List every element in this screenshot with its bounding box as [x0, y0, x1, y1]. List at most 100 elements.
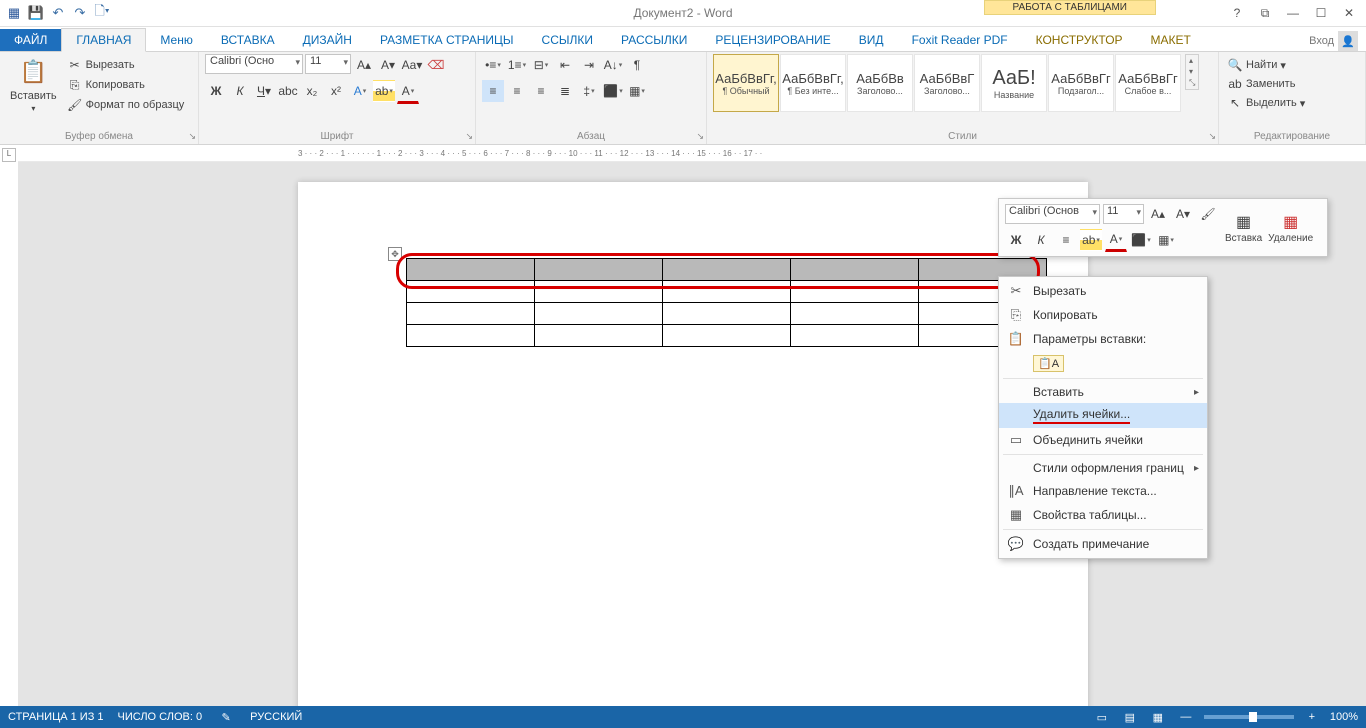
cut-button[interactable]: ✂Вырезать [65, 56, 187, 74]
find-button[interactable]: 🔍Найти ▾ [1225, 56, 1359, 74]
tab-selector[interactable]: L [2, 148, 16, 162]
table-move-handle[interactable]: ✥ [388, 247, 402, 261]
new-doc-icon[interactable]: 🗋▾ [92, 3, 112, 23]
ctx-delete-cells[interactable]: Удалить ячейки... [999, 403, 1207, 428]
borders-button[interactable]: ▦ [626, 80, 648, 102]
subscript-button[interactable]: x₂ [301, 80, 323, 102]
mini-bold[interactable]: Ж [1005, 229, 1027, 251]
bold-button[interactable]: Ж [205, 80, 227, 102]
undo-icon[interactable]: ↶ [48, 3, 68, 23]
ctx-border-styles[interactable]: Стили оформления границ▸ [999, 457, 1207, 479]
shading-button[interactable]: ⬛ [602, 80, 624, 102]
replace-button[interactable]: abЗаменить [1225, 75, 1359, 93]
help-icon[interactable]: ? [1226, 3, 1248, 23]
text-effects-button[interactable]: A [349, 80, 371, 102]
format-painter-button[interactable]: 🖌Формат по образцу [65, 96, 187, 114]
highlight-button[interactable]: ab [373, 80, 395, 102]
mini-format-painter[interactable]: 🖌 [1197, 203, 1219, 225]
login-link[interactable]: Вход 👤 [1309, 31, 1358, 51]
line-spacing-button[interactable]: ‡ [578, 80, 600, 102]
underline-button[interactable]: Ч▾ [253, 80, 275, 102]
tab-table-layout[interactable]: МАКЕТ [1137, 29, 1205, 51]
view-web-icon[interactable]: ▦ [1148, 711, 1168, 724]
select-button[interactable]: ↖Выделить ▾ [1225, 94, 1359, 112]
paragraph-launcher[interactable]: ↘ [696, 131, 704, 142]
tab-pagelayout[interactable]: РАЗМЕТКА СТРАНИЦЫ [366, 29, 528, 51]
mini-grow-font[interactable]: A▴ [1147, 203, 1169, 225]
vertical-ruler[interactable] [0, 162, 19, 706]
style-item[interactable]: АаБбВвЗаголово... [847, 54, 913, 112]
table-row[interactable] [407, 325, 1047, 347]
ctx-new-comment[interactable]: 💬Создать примечание [999, 532, 1207, 556]
style-scroll-up[interactable]: ▴ [1186, 55, 1198, 66]
font-name-select[interactable]: Calibri (Осно [205, 54, 303, 74]
status-words[interactable]: ЧИСЛО СЛОВ: 0 [118, 711, 203, 723]
style-item[interactable]: АаБбВвГЗаголово... [914, 54, 980, 112]
status-language[interactable]: РУССКИЙ [250, 711, 302, 723]
mini-borders[interactable]: ▦ [1155, 229, 1177, 251]
align-right-button[interactable]: ≡ [530, 80, 552, 102]
zoom-out-icon[interactable]: — [1176, 711, 1196, 723]
sort-button[interactable]: A↓ [602, 54, 624, 76]
view-read-icon[interactable]: ▭ [1092, 711, 1112, 724]
styles-launcher[interactable]: ↘ [1208, 131, 1216, 142]
save-icon[interactable]: 💾 [26, 3, 46, 23]
status-zoom[interactable]: 100% [1330, 711, 1358, 723]
tab-foxit[interactable]: Foxit Reader PDF [898, 29, 1022, 51]
font-size-select[interactable]: 11 [305, 54, 351, 74]
clipboard-launcher[interactable]: ↘ [188, 131, 196, 142]
view-print-icon[interactable]: ▤ [1120, 711, 1140, 724]
style-item[interactable]: АаБ!Название [981, 54, 1047, 112]
mini-shading[interactable]: ⬛ [1130, 229, 1152, 251]
show-marks-button[interactable]: ¶ [626, 54, 648, 76]
clear-format-icon[interactable]: ⌫ [425, 54, 447, 76]
style-item[interactable]: АаБбВвГг,¶ Без инте... [780, 54, 846, 112]
mini-shrink-font[interactable]: A▾ [1172, 203, 1194, 225]
mini-size-select[interactable]: 11 [1103, 204, 1144, 224]
align-left-button[interactable]: ≡ [482, 80, 504, 102]
ctx-table-properties[interactable]: ▦Свойства таблицы... [999, 503, 1207, 527]
table-row[interactable] [407, 259, 1047, 281]
tab-insert[interactable]: ВСТАВКА [207, 29, 289, 51]
page[interactable] [298, 182, 1088, 706]
indent-button[interactable]: ⇥ [578, 54, 600, 76]
style-item[interactable]: АаБбВвГгПодзагол... [1048, 54, 1114, 112]
style-expand[interactable]: ⤡ [1186, 77, 1198, 89]
ctx-cut[interactable]: ✂Вырезать [999, 279, 1207, 303]
close-icon[interactable]: ✕ [1338, 3, 1360, 23]
copy-button[interactable]: ⎘Копировать [65, 76, 187, 94]
mini-italic[interactable]: К [1030, 229, 1052, 251]
ctx-insert[interactable]: Вставить▸ [999, 381, 1207, 403]
tab-file[interactable]: ФАЙЛ [0, 29, 61, 51]
mini-align[interactable]: ≡ [1055, 229, 1077, 251]
numbering-button[interactable]: 1≡ [506, 54, 528, 76]
zoom-in-icon[interactable]: + [1302, 711, 1322, 723]
mini-delete-button[interactable]: ▦Удаление [1268, 212, 1313, 244]
mini-fontcolor[interactable]: A [1105, 228, 1127, 252]
ctx-copy[interactable]: ⎘Копировать [999, 303, 1207, 327]
style-scroll-down[interactable]: ▾ [1186, 66, 1198, 77]
italic-button[interactable]: К [229, 80, 251, 102]
tab-design[interactable]: ДИЗАЙН [289, 29, 366, 51]
align-center-button[interactable]: ≡ [506, 80, 528, 102]
table-row[interactable] [407, 303, 1047, 325]
tab-table-design[interactable]: КОНСТРУКТОР [1022, 29, 1137, 51]
ctx-merge-cells[interactable]: ▭Объединить ячейки [999, 428, 1207, 452]
shrink-font-icon[interactable]: A▾ [377, 54, 399, 76]
mini-insert-button[interactable]: ▦Вставка [1225, 212, 1262, 244]
grow-font-icon[interactable]: A▴ [353, 54, 375, 76]
tab-home[interactable]: ГЛАВНАЯ [61, 28, 146, 52]
maximize-icon[interactable]: ☐ [1310, 3, 1332, 23]
tab-mailings[interactable]: РАССЫЛКИ [607, 29, 701, 51]
spellcheck-icon[interactable]: ✎ [216, 711, 236, 724]
document-table[interactable] [406, 258, 1047, 347]
redo-icon[interactable]: ↷ [70, 3, 90, 23]
ctx-text-direction[interactable]: ∥AНаправление текста... [999, 479, 1207, 503]
style-item[interactable]: АаБбВвГг,¶ Обычный [713, 54, 779, 112]
justify-button[interactable]: ≣ [554, 80, 576, 102]
multilevel-button[interactable]: ⊟ [530, 54, 552, 76]
mini-font-select[interactable]: Calibri (Основ [1005, 204, 1100, 224]
style-gallery[interactable]: АаБбВвГг,¶ ОбычныйАаБбВвГг,¶ Без инте...… [713, 54, 1181, 112]
status-page[interactable]: СТРАНИЦА 1 ИЗ 1 [8, 711, 104, 723]
horizontal-ruler[interactable]: 3 · · · 2 · · · 1 · · · · · · 1 · · · 2 … [18, 145, 1366, 162]
